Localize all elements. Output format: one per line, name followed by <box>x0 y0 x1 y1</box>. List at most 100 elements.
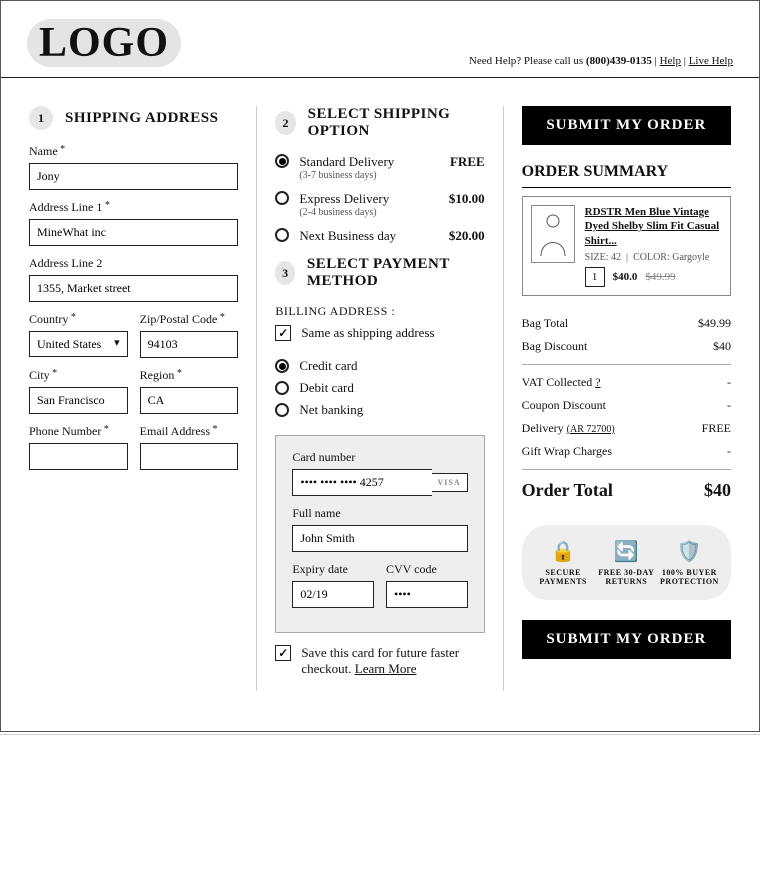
color-label: COLOR: <box>633 252 670 263</box>
submit-order-button-bottom[interactable]: SUBMIT MY ORDER <box>522 620 731 659</box>
ship-express-radio[interactable] <box>275 191 289 205</box>
size-value: 42 <box>611 252 621 263</box>
zip-label: Zip/Postal Code <box>140 312 239 327</box>
submit-order-button-top[interactable]: SUBMIT MY ORDER <box>522 106 731 145</box>
pay-netbank-label: Net banking <box>299 402 363 418</box>
item-thumbnail <box>531 205 575 263</box>
pay-credit-radio[interactable] <box>275 359 289 373</box>
save-card-checkbox[interactable] <box>275 645 291 661</box>
ship-next-radio[interactable] <box>275 228 289 242</box>
return-icon: 🔄 <box>595 539 658 564</box>
help-phone: (800)439-0135 <box>586 55 652 67</box>
live-help-link[interactable]: Live Help <box>689 55 733 67</box>
delivery-value: FREE <box>702 421 731 436</box>
shipping-title: SHIPPING ADDRESS <box>65 110 218 127</box>
same-as-shipping-label: Same as shipping address <box>301 325 434 341</box>
city-input[interactable] <box>29 387 128 414</box>
name-label: Name <box>29 144 238 159</box>
order-total-value: $40 <box>704 480 731 501</box>
person-icon <box>535 210 571 258</box>
bag-total-value: $49.99 <box>698 316 731 331</box>
phone-input[interactable] <box>29 443 128 470</box>
ship-standard-price: FREE <box>450 154 485 170</box>
addr1-input[interactable] <box>29 219 238 246</box>
shield-icon: 🛡️ <box>658 539 721 564</box>
item-qty[interactable]: 1 <box>585 267 605 287</box>
zip-input[interactable] <box>140 331 239 358</box>
pay-netbank-radio[interactable] <box>275 403 289 417</box>
pay-debit-label: Debit card <box>299 380 354 396</box>
card-details-box: Card number VISA Full name Expiry date <box>275 435 484 633</box>
order-item: RDSTR Men Blue Vintage Dyed Shelby Slim … <box>522 196 731 296</box>
col-summary: SUBMIT MY ORDER ORDER SUMMARY RDSTR Men … <box>503 106 737 691</box>
bag-total-label: Bag Total <box>522 316 569 331</box>
vat-value: - <box>727 375 731 390</box>
col-shipping: 1 SHIPPING ADDRESS Name Address Line 1 A… <box>23 106 244 691</box>
coupon-label: Coupon Discount <box>522 398 606 413</box>
payment-title: SELECT PAYMENT METHOD <box>307 256 485 290</box>
billing-address-head: BILLING ADDRESS : <box>275 304 484 319</box>
delivery-label: Delivery <box>522 421 567 435</box>
save-card-text: Save this card for future faster checkou… <box>301 645 484 677</box>
cvv-input[interactable] <box>386 581 468 608</box>
returns-badge: FREE 30-DAY RETURNS <box>598 568 654 586</box>
col-shipping-payment: 2 SELECT SHIPPING OPTION Standard Delive… <box>256 106 490 691</box>
ship-standard-label: Standard Delivery <box>299 154 394 170</box>
card-number-input[interactable] <box>292 469 431 496</box>
full-name-input[interactable] <box>292 525 467 552</box>
size-label: SIZE: <box>585 252 609 263</box>
expiry-label: Expiry date <box>292 562 374 577</box>
coupon-value: - <box>727 398 731 413</box>
discount-value: $40 <box>713 339 731 354</box>
item-title[interactable]: RDSTR Men Blue Vintage Dyed Shelby Slim … <box>585 205 722 248</box>
country-select[interactable]: United States <box>29 331 128 357</box>
vat-label: VAT Collected <box>522 375 596 389</box>
help-prefix: Need Help? Please call us <box>469 55 586 67</box>
phone-label: Phone Number <box>29 424 128 439</box>
step-2-badge: 2 <box>275 111 295 135</box>
addr2-input[interactable] <box>29 275 238 302</box>
expiry-input[interactable] <box>292 581 374 608</box>
ship-express-price: $10.00 <box>449 191 485 207</box>
ship-express-label: Express Delivery <box>299 191 389 207</box>
help-bar: Need Help? Please call us (800)439-0135 … <box>469 55 733 67</box>
item-price-orig: $49.99 <box>645 271 675 283</box>
region-input[interactable] <box>140 387 239 414</box>
same-as-shipping-checkbox[interactable] <box>275 325 291 341</box>
secure-badge: SECURE PAYMENTS <box>539 568 587 586</box>
discount-label: Bag Discount <box>522 339 588 354</box>
item-price: $40.0 <box>613 271 638 283</box>
email-label: Email Address <box>140 424 239 439</box>
ship-express-sub: (2-4 business days) <box>299 207 389 218</box>
pay-debit-radio[interactable] <box>275 381 289 395</box>
ship-next-price: $20.00 <box>449 228 485 244</box>
ship-next-label: Next Business day <box>299 228 396 244</box>
lock-icon: 🔒 <box>532 539 595 564</box>
shipopt-title: SELECT SHIPPING OPTION <box>308 106 485 140</box>
card-number-label: Card number <box>292 450 467 465</box>
buyer-badge: 100% BUYER PROTECTION <box>660 568 719 586</box>
cvv-label: CVV code <box>386 562 468 577</box>
addr1-label: Address Line 1 <box>29 200 238 215</box>
country-label: Country <box>29 312 128 327</box>
color-value: Gargoyle <box>672 252 709 263</box>
delivery-code[interactable]: (AR 72700) <box>567 424 615 435</box>
step-3-badge: 3 <box>275 261 295 285</box>
help-link[interactable]: Help <box>660 55 681 67</box>
gift-value: - <box>727 444 731 459</box>
addr2-label: Address Line 2 <box>29 256 238 271</box>
email-input[interactable] <box>140 443 239 470</box>
ship-standard-radio[interactable] <box>275 154 289 168</box>
gift-label: Gift Wrap Charges <box>522 444 612 459</box>
region-label: Region <box>140 368 239 383</box>
vat-help-icon[interactable]: ? <box>595 375 600 389</box>
order-total-label: Order Total <box>522 480 613 501</box>
order-summary-title: ORDER SUMMARY <box>522 163 731 188</box>
pay-credit-label: Credit card <box>299 358 357 374</box>
card-brand-icon: VISA <box>432 473 468 492</box>
city-label: City <box>29 368 128 383</box>
step-1-badge: 1 <box>29 106 53 130</box>
learn-more-link[interactable]: Learn More <box>355 661 417 676</box>
logo[interactable]: LOGO <box>27 19 181 67</box>
name-input[interactable] <box>29 163 238 190</box>
